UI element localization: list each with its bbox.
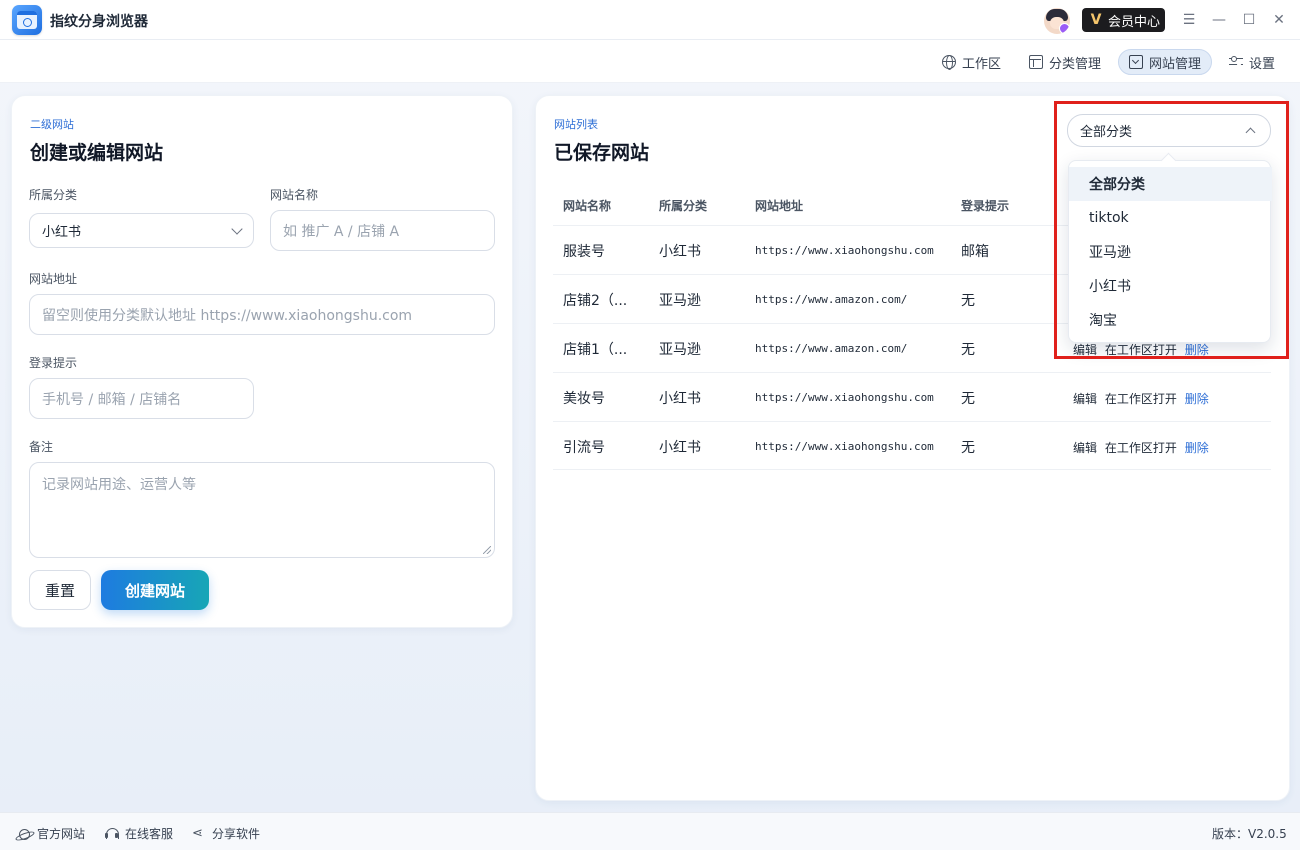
login-hint-input[interactable]: 手机号 / 邮箱 / 店铺名 [29,378,254,419]
nav-settings-label: 设置 [1249,56,1276,72]
table-icon [1029,55,1043,69]
planet-icon [19,828,30,840]
col-header-login: 登录提示 [961,199,1010,213]
col-header-category: 所属分类 [659,199,708,213]
category-select[interactable]: 小红书 [29,213,254,248]
row-actions: 编辑 在工作区打开 删除 [1073,390,1213,407]
sliders-icon [1229,55,1243,69]
row-login: 无 [961,293,975,309]
app-logo-icon [12,5,42,35]
nav-workspace[interactable]: 工作区 [932,49,1011,75]
row-category: 小红书 [659,244,701,260]
list-title: 已保存网站 [554,142,650,164]
site-name-label: 网站名称 [270,188,319,202]
share-software-label: 分享软件 [212,827,261,841]
row-category: 亚马逊 [659,293,701,309]
close-icon[interactable]: ✕ [1269,10,1289,30]
status-footer: 官方网站 在线客服 ⋖ 分享软件 版本：V2.0.5 [0,812,1300,850]
minimize-icon[interactable]: — [1209,10,1229,30]
monitor-icon [1129,55,1143,70]
site-url-input[interactable]: 留空则使用分类默认地址 https://www.xiaohongshu.com [29,294,495,335]
chevron-down-icon [231,222,243,235]
user-avatar[interactable] [1044,8,1070,34]
note-label: 备注 [29,440,54,454]
category-value: 小红书 [42,225,82,240]
table-row: 美妆号 小红书 https://www.xiaohongshu.com 无 编辑… [553,372,1271,421]
form-eyebrow: 二级网站 [30,118,74,131]
col-header-name: 网站名称 [563,199,612,213]
row-url: https://www.amazon.com/ [755,293,908,306]
row-url: https://www.xiaohongshu.com [755,440,934,453]
list-eyebrow: 网站列表 [554,118,598,131]
row-url: https://www.xiaohongshu.com [755,391,934,404]
nav-site-management[interactable]: 网站管理 [1118,49,1212,75]
row-name: 店铺2（... [563,293,628,309]
vip-center-button[interactable]: V 会员中心 [1082,8,1165,32]
row-login: 无 [961,440,975,456]
open-in-workspace-link[interactable]: 在工作区打开 [1105,392,1177,406]
online-support-link[interactable]: 在线客服 [105,825,173,842]
row-name: 美妆号 [563,391,605,407]
login-hint-label: 登录提示 [29,356,78,370]
vip-center-label: 会员中心 [1108,14,1161,30]
nav-site-label: 网站管理 [1149,56,1202,72]
app-title: 指纹分身浏览器 [50,14,148,30]
share-icon: ⋖ [192,825,203,841]
version-label: 版本：V2.0.5 [1212,827,1287,841]
menu-icon[interactable]: ☰ [1179,10,1199,30]
row-name: 服装号 [563,244,605,260]
site-url-label: 网站地址 [29,272,78,286]
category-label: 所属分类 [29,188,78,202]
nav-category-management[interactable]: 分类管理 [1019,49,1111,75]
official-site-link[interactable]: 官方网站 [16,825,85,842]
note-textarea[interactable]: 记录网站用途、运营人等 [29,462,495,558]
open-in-workspace-link[interactable]: 在工作区打开 [1105,441,1177,455]
delete-link[interactable]: 删除 [1185,392,1209,406]
share-software-link[interactable]: ⋖ 分享软件 [192,825,260,842]
top-nav: 工作区 分类管理 网站管理 设置 [0,40,1300,83]
official-site-label: 官方网站 [37,827,86,841]
maximize-icon[interactable]: ☐ [1239,10,1259,30]
annotation-highlight-box [1054,101,1289,359]
globe-icon [942,55,956,70]
note-placeholder: 记录网站用途、运营人等 [42,477,196,493]
nav-workspace-label: 工作区 [962,56,1002,72]
vip-icon: V [1090,12,1102,28]
row-login: 无 [961,391,975,407]
edit-link[interactable]: 编辑 [1073,441,1097,455]
form-title: 创建或编辑网站 [30,142,164,164]
row-category: 小红书 [659,440,701,456]
delete-link[interactable]: 删除 [1185,441,1209,455]
row-login: 邮箱 [961,244,989,260]
table-row: 引流号 小红书 https://www.xiaohongshu.com 无 编辑… [553,421,1271,470]
row-login: 无 [961,342,975,358]
row-url: https://www.xiaohongshu.com [755,244,934,257]
title-bar: 指纹分身浏览器 V 会员中心 ☰ — ☐ ✕ [0,0,1300,40]
nav-settings[interactable]: 设置 [1219,49,1285,75]
online-support-label: 在线客服 [125,827,174,841]
row-url: https://www.amazon.com/ [755,342,908,355]
col-header-url: 网站地址 [755,199,804,213]
edit-link[interactable]: 编辑 [1073,392,1097,406]
nav-category-label: 分类管理 [1049,56,1102,72]
row-name: 引流号 [563,440,605,456]
site-name-input[interactable]: 如 推广 A / 店铺 A [270,210,495,251]
reset-button[interactable]: 重置 [29,570,91,610]
resize-handle-icon[interactable] [483,546,491,554]
row-actions: 编辑 在工作区打开 删除 [1073,439,1213,456]
headset-icon [105,827,119,841]
row-category: 小红书 [659,391,701,407]
row-name: 店铺1（... [563,342,628,358]
create-site-button[interactable]: 创建网站 [101,570,209,610]
row-category: 亚马逊 [659,342,701,358]
